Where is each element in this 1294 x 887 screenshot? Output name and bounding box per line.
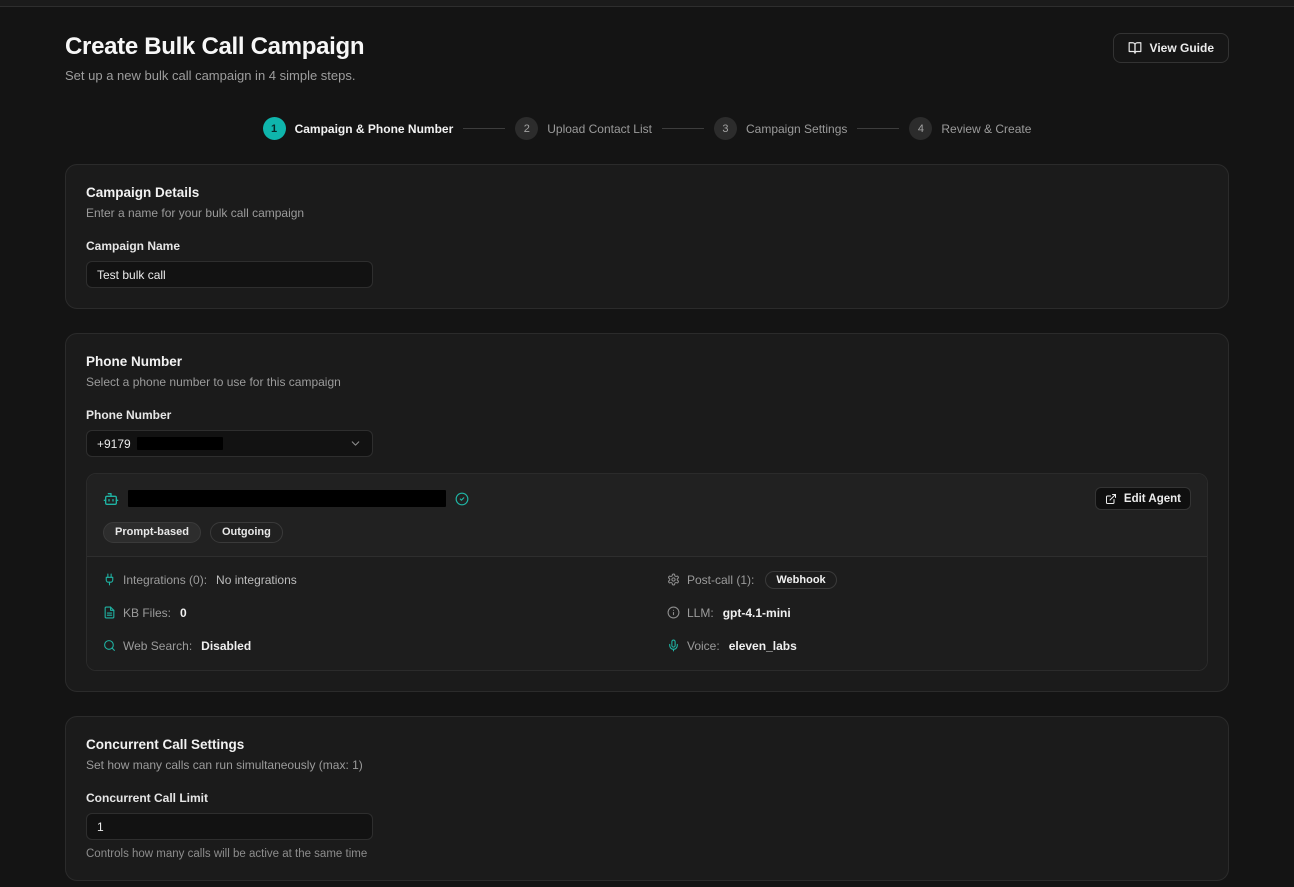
step-1-label: Campaign & Phone Number bbox=[295, 122, 454, 136]
top-bar bbox=[0, 0, 1294, 7]
post-call-label: Post-call (1): bbox=[687, 573, 754, 587]
edit-agent-button[interactable]: Edit Agent bbox=[1095, 487, 1191, 510]
agent-badges: Prompt-based Outgoing bbox=[103, 522, 1191, 543]
create-bulk-call-campaign-page: Create Bulk Call Campaign Set up a new b… bbox=[0, 7, 1294, 887]
llm-row: LLM: gpt-4.1-mini bbox=[667, 603, 1191, 622]
view-guide-button[interactable]: View Guide bbox=[1113, 33, 1229, 63]
webhook-chip: Webhook bbox=[765, 571, 836, 589]
view-guide-label: View Guide bbox=[1150, 41, 1214, 55]
campaign-details-subtitle: Enter a name for your bulk call campaign bbox=[86, 206, 1208, 220]
web-search-label: Web Search: bbox=[123, 639, 192, 653]
step-2-label: Upload Contact List bbox=[547, 122, 652, 136]
concurrent-call-limit-label: Concurrent Call Limit bbox=[86, 791, 1208, 805]
campaign-name-label: Campaign Name bbox=[86, 239, 1208, 253]
kb-files-row: KB Files: 0 bbox=[103, 603, 627, 622]
book-open-icon bbox=[1128, 41, 1142, 55]
agent-name-row: Edit Agent bbox=[103, 487, 1191, 510]
step-campaign-phone-number[interactable]: 1 Campaign & Phone Number bbox=[263, 117, 454, 140]
step-3-circle: 3 bbox=[714, 117, 737, 140]
web-search-icon bbox=[103, 639, 116, 652]
page-header-text: Create Bulk Call Campaign Set up a new b… bbox=[65, 33, 364, 83]
agent-summary-top: Edit Agent Prompt-based Outgoing bbox=[87, 474, 1207, 556]
campaign-details-title: Campaign Details bbox=[86, 185, 1208, 200]
llm-value: gpt-4.1-mini bbox=[723, 606, 791, 620]
page-title: Create Bulk Call Campaign bbox=[65, 33, 364, 61]
edit-agent-label: Edit Agent bbox=[1124, 493, 1181, 505]
concurrency-helper-text: Controls how many calls will be active a… bbox=[86, 848, 1208, 860]
step-3-label: Campaign Settings bbox=[746, 122, 847, 136]
phone-number-selected-value: +9179 bbox=[97, 437, 131, 451]
phone-number-select[interactable]: +9179 bbox=[86, 430, 373, 457]
llm-label: LLM: bbox=[687, 606, 714, 620]
phone-number-redaction bbox=[137, 437, 223, 450]
step-1-circle: 1 bbox=[263, 117, 286, 140]
voice-row: Voice: eleven_labs bbox=[667, 636, 1191, 655]
step-4-circle: 4 bbox=[909, 117, 932, 140]
concurrency-subtitle: Set how many calls can run simultaneousl… bbox=[86, 758, 1208, 772]
web-search-value: Disabled bbox=[201, 639, 251, 653]
kb-files-icon bbox=[103, 606, 116, 619]
bot-icon bbox=[103, 491, 119, 507]
voice-value: eleven_labs bbox=[729, 639, 797, 653]
voice-icon bbox=[667, 639, 680, 652]
campaign-details-card: Campaign Details Enter a name for your b… bbox=[65, 164, 1229, 309]
check-circle-icon bbox=[455, 492, 469, 506]
phone-number-subtitle: Select a phone number to use for this ca… bbox=[86, 375, 1208, 389]
chevron-down-icon bbox=[349, 437, 362, 450]
phone-number-title: Phone Number bbox=[86, 354, 1208, 369]
kb-files-label: KB Files: bbox=[123, 606, 171, 620]
phone-number-field-label: Phone Number bbox=[86, 408, 1208, 422]
agent-summary-panel: Edit Agent Prompt-based Outgoing Integra… bbox=[86, 473, 1208, 671]
agent-type-badge: Prompt-based bbox=[103, 522, 201, 543]
integrations-row: Integrations (0): No integrations bbox=[103, 570, 627, 589]
page-header: Create Bulk Call Campaign Set up a new b… bbox=[65, 33, 1229, 83]
llm-icon bbox=[667, 606, 680, 619]
step-connector bbox=[857, 128, 899, 129]
step-connector bbox=[463, 128, 505, 129]
agent-name-redaction bbox=[128, 490, 446, 507]
campaign-name-input[interactable] bbox=[86, 261, 373, 288]
integrations-value: No integrations bbox=[216, 573, 297, 587]
phone-number-card: Phone Number Select a phone number to us… bbox=[65, 333, 1229, 692]
stepper: 1 Campaign & Phone Number 2 Upload Conta… bbox=[65, 117, 1229, 140]
step-2-circle: 2 bbox=[515, 117, 538, 140]
concurrent-call-limit-input[interactable] bbox=[86, 813, 373, 840]
step-review-create[interactable]: 4 Review & Create bbox=[909, 117, 1031, 140]
step-campaign-settings[interactable]: 3 Campaign Settings bbox=[714, 117, 847, 140]
integrations-icon bbox=[103, 573, 116, 586]
concurrency-title: Concurrent Call Settings bbox=[86, 737, 1208, 752]
web-search-row: Web Search: Disabled bbox=[103, 636, 627, 655]
step-4-label: Review & Create bbox=[941, 122, 1031, 136]
voice-label: Voice: bbox=[687, 639, 720, 653]
step-connector bbox=[662, 128, 704, 129]
page-subtitle: Set up a new bulk call campaign in 4 sim… bbox=[65, 68, 364, 83]
post-call-row: Post-call (1): Webhook bbox=[667, 570, 1191, 589]
external-link-icon bbox=[1105, 493, 1117, 505]
step-upload-contact-list[interactable]: 2 Upload Contact List bbox=[515, 117, 652, 140]
kb-files-value: 0 bbox=[180, 606, 187, 620]
integrations-label: Integrations (0): bbox=[123, 573, 207, 587]
agent-details-grid: Integrations (0): No integrations Post-c… bbox=[87, 556, 1207, 670]
gear-icon bbox=[667, 573, 680, 586]
concurrent-call-settings-card: Concurrent Call Settings Set how many ca… bbox=[65, 716, 1229, 881]
agent-direction-badge: Outgoing bbox=[210, 522, 283, 543]
